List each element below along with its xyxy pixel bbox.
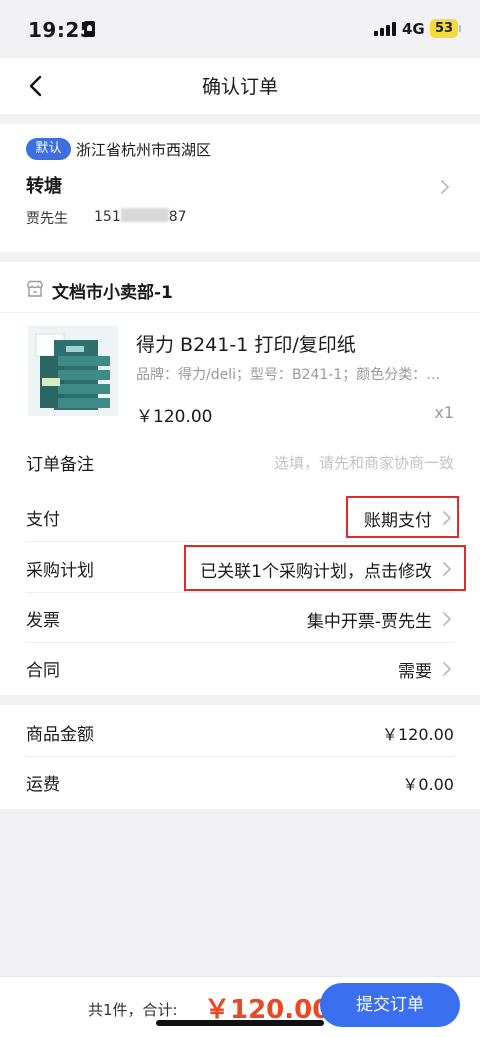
payment-row[interactable]: 支付 账期支付 [0,492,480,542]
signal-icon [374,22,398,36]
chevron-right-icon [440,179,450,199]
sim-icon [84,21,95,37]
phone-prefix: 151 [94,209,121,225]
payment-value: 账期支付 [364,511,432,531]
divider [0,312,480,313]
amounts-card: 商品金额 ￥120.00 运费 ￥0.00 [0,705,480,809]
network-type: 4G [402,20,425,38]
contract-row[interactable]: 合同 需要 [0,643,480,693]
chevron-right-icon [442,611,452,631]
chevron-right-icon [442,561,452,581]
divider [26,541,454,542]
purchase-plan-value: 已关联1个采购计划，点击修改 [200,562,432,582]
address-street: 转塘 [26,176,62,197]
page-title: 确认订单 [201,76,278,98]
chevron-right-icon [442,661,452,681]
submit-order-button[interactable]: 提交订单 [320,983,460,1027]
payment-label: 支付 [26,510,60,530]
shipping-value: ￥0.00 [402,775,454,794]
home-indicator [156,1020,324,1026]
invoice-label: 发票 [26,611,60,631]
address-card[interactable]: 默认 浙江省杭州市西湖区 转塘 贾先生 151 87 [0,124,480,252]
nav-bar: 确认订单 [0,58,480,114]
total-summary-label: 共1件，合计: [88,1001,178,1019]
goods-amount-value: ￥120.00 [382,725,454,744]
battery-icon: 53 [430,19,461,38]
remark-input[interactable]: 选填，请先和商家协商一致 [274,452,454,473]
product-image[interactable] [28,326,118,416]
product-quantity: x1 [434,403,454,422]
invoice-row[interactable]: 发票 集中开票-贾先生 [0,593,480,643]
contract-value: 需要 [398,662,432,682]
phone-suffix: 87 [168,209,187,225]
order-options-card: 支付 账期支付 采购计划 已关联1个采购计划，点击修改 发票 集中开票-贾先生 … [0,492,480,695]
chevron-right-icon [442,510,452,530]
status-bar: 19:25 4G 53 [0,0,480,58]
invoice-value: 集中开票-贾先生 [306,612,432,632]
checkout-bar: 共1件，合计: ￥120.00 提交订单 [0,976,480,1037]
battery-level: 53 [434,21,454,36]
shop-card: 文档市小卖部-1 得力 B241-1 打印/复印纸 品牌：得力/deli；型号：… [0,262,480,498]
remark-label: 订单备注 [26,455,94,475]
recipient-phone: 151 87 [94,208,187,225]
goods-amount-row: 商品金额 ￥120.00 [0,707,480,757]
goods-amount-label: 商品金额 [26,725,94,745]
product-attributes: 品牌：得力/deli；型号：B241-1；颜色分类：白色 [136,367,454,383]
shipping-label: 运费 [26,775,60,795]
address-region: 浙江省杭州市西湖区 [76,141,212,159]
shipping-row: 运费 ￥0.00 [0,757,480,807]
product-name[interactable]: 得力 B241-1 打印/复印纸 [136,330,356,357]
contract-label: 合同 [26,661,60,681]
product-price: ￥120.00 [136,407,213,427]
recipient-name: 贾先生 [26,211,68,227]
phone-mask [120,208,169,222]
store-icon [26,280,44,302]
shop-name[interactable]: 文档市小卖部-1 [52,278,173,303]
purchase-plan-row[interactable]: 采购计划 已关联1个采购计划，点击修改 [0,543,480,593]
default-tag: 默认 [26,138,71,160]
purchase-plan-label: 采购计划 [26,561,94,581]
